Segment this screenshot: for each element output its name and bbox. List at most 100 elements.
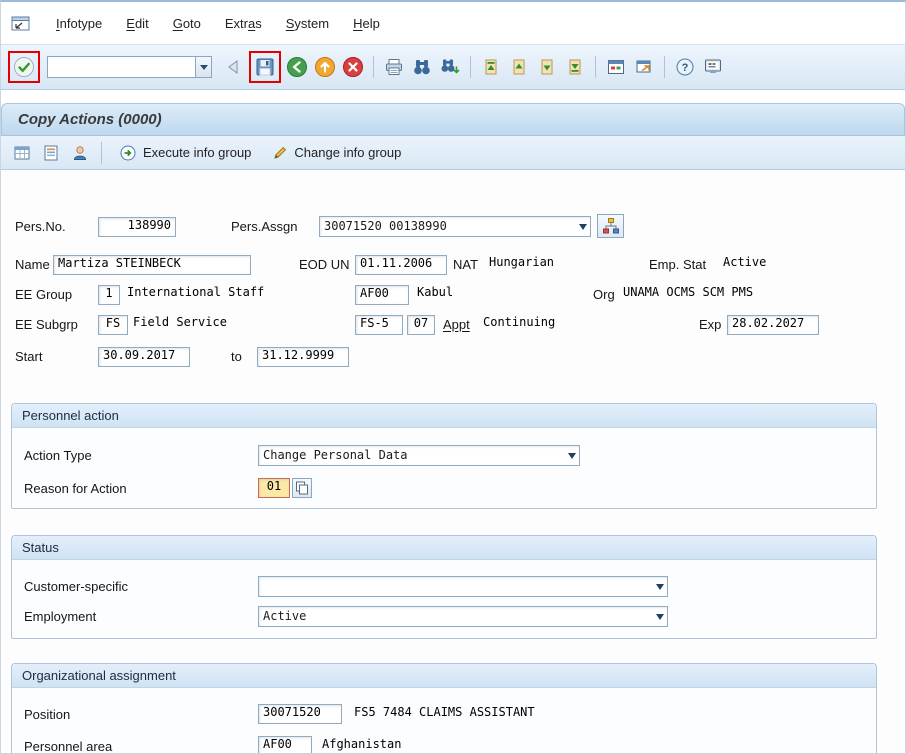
position-text: FS5 7484 CLAIMS ASSISTANT [354,705,535,719]
customize-layout-button[interactable] [700,54,726,80]
employment-dropdown[interactable]: Active [258,606,668,627]
pa-code-field[interactable]: AF00 [355,285,409,305]
appt-label: Appt [443,317,470,332]
previous-page-button[interactable] [506,54,532,80]
save-highlight-box [249,51,281,83]
personnel-file-button[interactable] [67,140,93,166]
details-list-icon [44,145,58,160]
toolbar-separator [664,56,665,78]
pencil-icon [274,146,287,159]
new-session-icon [608,60,624,74]
ee-group-label: EE Group [15,287,73,302]
ee-subgrp-label: EE Subgrp [15,317,78,332]
emp-stat-label: Emp. Stat [649,257,707,272]
exit-icon [315,57,335,77]
create-shortcut-icon [636,60,651,73]
menu-edit[interactable]: Edit [114,12,160,35]
grade-field[interactable]: FS-5 [355,315,403,335]
print-button[interactable] [381,54,407,80]
pers-no-field[interactable]: 138990 [98,217,176,237]
execute-info-group-button[interactable]: Execute info group [110,140,260,166]
name-label: Name [15,257,50,272]
new-session-button[interactable] [603,54,629,80]
command-dropdown-button[interactable] [195,56,212,78]
last-page-button[interactable] [562,54,588,80]
title-bar: Copy Actions (0000) [1,103,905,136]
reason-for-action-field[interactable]: 01 [258,478,290,498]
first-page-button[interactable] [478,54,504,80]
overview-button[interactable] [9,140,35,166]
back-button[interactable] [284,54,310,80]
change-info-group-button[interactable]: Change info group [263,140,410,166]
menu-help[interactable]: Help [341,12,392,35]
chevron-down-icon [656,584,664,594]
customer-specific-dropdown[interactable] [258,576,668,597]
customize-layout-icon [705,59,721,73]
toolbar-separator [595,56,596,78]
organizational-assignment-group-title: Organizational assignment [12,664,876,688]
position-field[interactable]: 30071520 [258,704,342,724]
chevron-down-icon [199,65,208,74]
collapse-arrow-icon [228,60,238,74]
assignment-hierarchy-icon [602,218,619,234]
cancel-button[interactable] [340,54,366,80]
toolbar-separator [373,56,374,78]
window-arrow-icon [11,16,30,30]
org-value: UNAMA OCMS SCM PMS [623,285,754,299]
system-menu-icon[interactable] [11,16,30,31]
exp-field[interactable]: 28.02.2027 [727,315,819,335]
change-info-group-label: Change info group [294,145,402,160]
employment-label: Employment [24,609,97,624]
action-type-dropdown[interactable]: Change Personal Data [258,445,580,466]
start-label: Start [15,349,43,364]
toolbar-separator [101,141,102,164]
collapse-command-button[interactable] [220,54,246,80]
menu-extras[interactable]: Extras [213,12,274,35]
customer-specific-label: Customer-specific [24,579,129,594]
personnel-action-group: Personnel action Action Type Change Pers… [11,403,877,509]
chevron-down-icon [579,224,587,234]
find-icon [414,60,430,75]
exit-button[interactable] [312,54,338,80]
assignment-overview-button[interactable] [597,214,624,238]
eod-field[interactable]: 01.11.2006 [355,255,447,275]
first-page-icon [485,59,497,75]
name-field[interactable]: Martiza STEINBECK [53,255,251,275]
enter-button[interactable] [11,54,37,80]
last-page-icon [569,59,581,75]
find-next-button[interactable] [437,54,463,80]
menu-infotype[interactable]: Infotype [44,12,114,35]
create-shortcut-button[interactable] [631,54,657,80]
pers-assgn-combo[interactable]: 30071520 00138990 [319,216,591,237]
screen-body: Pers.No. 138990 Pers.Assgn 30071520 0013… [1,170,905,753]
command-input[interactable] [47,56,195,78]
toolbar-separator [470,56,471,78]
back-icon [287,57,307,77]
personnel-area-field[interactable]: AF00 [258,736,312,753]
pay-level-field[interactable]: 07 [407,315,435,335]
find-button[interactable] [409,54,435,80]
position-label: Position [24,707,71,722]
to-label: to [231,349,242,364]
details-button[interactable] [38,140,64,166]
menu-system[interactable]: System [274,12,341,35]
emp-stat-value: Active [723,255,767,269]
eod-label: EOD UN [299,257,350,272]
chevron-down-icon [568,453,576,463]
nationality-value: Hungarian [489,255,555,269]
personnel-action-group-title: Personnel action [12,404,876,428]
start-date-field[interactable]: 30.09.2017 [98,347,190,367]
ee-group-field[interactable]: 1 [98,285,120,305]
menu-goto[interactable]: Goto [161,12,213,35]
pers-no-label: Pers.No. [15,219,66,234]
end-date-field[interactable]: 31.12.9999 [257,347,349,367]
save-icon [256,58,274,76]
execute-icon [120,145,136,160]
enter-highlight-box [8,51,40,83]
possible-entries-button[interactable] [292,478,312,498]
menu-bar: Infotype Edit Goto Extras System Help [1,2,905,44]
next-page-button[interactable] [534,54,560,80]
help-button[interactable]: ? [672,54,698,80]
save-button[interactable] [252,54,278,80]
ee-subgrp-field[interactable]: FS [98,315,128,335]
